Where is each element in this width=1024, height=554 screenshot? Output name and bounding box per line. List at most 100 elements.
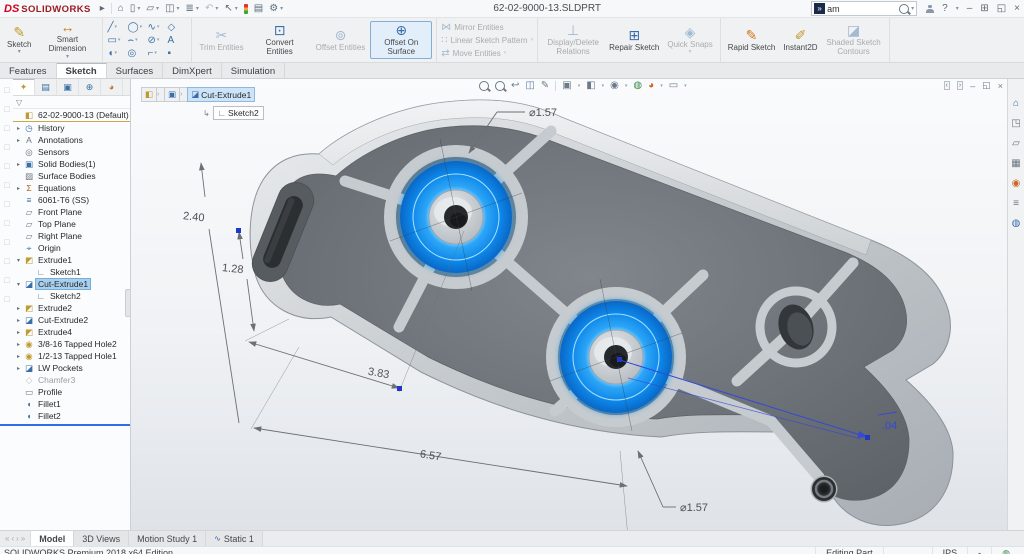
dimension-dia-bottom[interactable]: ⌀1.57 bbox=[680, 502, 708, 514]
sketch-button[interactable]: ✎ Sketch ▾ bbox=[4, 23, 34, 58]
quick-snaps-button[interactable]: ◈Quick Snaps ▾ bbox=[664, 23, 715, 58]
previous-view-icon[interactable]: ↩ bbox=[511, 80, 519, 91]
breadcrumb-body-chip[interactable]: ▣ bbox=[164, 87, 180, 102]
breadcrumb-sketch-chip[interactable]: ∟ Sketch2 bbox=[213, 106, 264, 120]
propertymanager-tab-icon[interactable]: ▤ bbox=[35, 79, 57, 95]
offset-on-surface-button[interactable]: ⊕Offset On Surface bbox=[370, 21, 432, 58]
tree-item-equations[interactable]: ▸ΣEquations bbox=[13, 182, 130, 194]
featuremanager-tab-icon[interactable]: ✦ bbox=[13, 79, 35, 95]
instant2d-button[interactable]: ✐Instant2D bbox=[780, 26, 820, 55]
breadcrumb-part-chip[interactable]: ◧ bbox=[141, 87, 157, 102]
tree-item-sketch2[interactable]: ∟Sketch2 bbox=[13, 290, 130, 302]
mirror-entities-button[interactable]: ⋈Mirror Entities bbox=[441, 22, 533, 33]
tree-item-extrude1[interactable]: ▾◩Extrude1 bbox=[13, 254, 130, 266]
search-caret-icon[interactable]: ▾ bbox=[911, 5, 914, 12]
next-document-icon[interactable]: › bbox=[957, 81, 963, 90]
tree-item-sensors[interactable]: ◎Sensors bbox=[13, 146, 130, 158]
select-caret-icon[interactable]: ▾ bbox=[235, 5, 238, 12]
tree-item-tapped-hole2[interactable]: ▸◉3/8-16 Tapped Hole2 bbox=[13, 338, 130, 350]
undo-caret-icon[interactable]: ▾ bbox=[215, 5, 218, 12]
view-palette-tab-icon[interactable]: ▦ bbox=[1011, 158, 1020, 170]
tab-surfaces[interactable]: Surfaces bbox=[107, 63, 164, 78]
tree-item-extrude2[interactable]: ▸◩Extrude2 bbox=[13, 302, 130, 314]
search-scope-icon[interactable]: » bbox=[814, 3, 825, 14]
display-delete-relations-button[interactable]: ⊥Display/Delete Relations bbox=[542, 21, 604, 58]
tree-item-profile[interactable]: ▭Profile bbox=[13, 386, 130, 398]
tab-motion-study[interactable]: Motion Study 1 bbox=[129, 531, 206, 546]
tree-item-surface-bodies[interactable]: ▨Surface Bodies bbox=[13, 170, 130, 182]
tree-item-cut-extrude2[interactable]: ▸◪Cut-Extrude2 bbox=[13, 314, 130, 326]
tree-item-tapped-hole1[interactable]: ▸◉1/2-13 Tapped Hole1 bbox=[13, 350, 130, 362]
close-button[interactable]: × bbox=[1014, 3, 1020, 14]
save-caret-icon[interactable]: ▾ bbox=[177, 5, 180, 12]
tree-item-top-plane[interactable]: ▱Top Plane bbox=[13, 218, 130, 230]
file-properties-icon[interactable]: ▤ bbox=[254, 3, 263, 14]
move-entities-button[interactable]: ⇄Move Entities▾ bbox=[441, 48, 533, 59]
help-caret-icon[interactable]: ▾ bbox=[956, 5, 959, 12]
displaymanager-tab-icon[interactable]: ◕ bbox=[101, 79, 123, 95]
flyout-icon[interactable]: ▸ bbox=[100, 3, 105, 14]
section-view-icon[interactable]: ◫ bbox=[525, 80, 534, 91]
home-tab-icon[interactable]: ⌂ bbox=[1013, 98, 1019, 110]
tab-static-1[interactable]: ∿Static 1 bbox=[206, 531, 263, 546]
print-icon[interactable]: ≣ bbox=[186, 3, 194, 14]
centerpoint-tool-button[interactable]: ◎ bbox=[127, 48, 147, 59]
slot-tool-button[interactable]: ◖▾ bbox=[107, 48, 127, 59]
rollback-bar[interactable] bbox=[0, 424, 130, 426]
display-style-icon[interactable]: ◧ bbox=[586, 80, 595, 91]
point-tool-button[interactable]: ▪ bbox=[167, 48, 187, 59]
tab-model[interactable]: Model bbox=[31, 531, 74, 546]
convert-entities-button[interactable]: ⊡Convert Entities bbox=[249, 21, 311, 58]
fillet-tool-button[interactable]: ⌐▾ bbox=[147, 48, 167, 59]
tree-filter[interactable]: ▽ bbox=[13, 96, 130, 109]
scroll-first-icon[interactable]: « bbox=[5, 534, 9, 543]
new-caret-icon[interactable]: ▾ bbox=[137, 5, 140, 12]
doc-close-button[interactable]: × bbox=[998, 81, 1003, 91]
shaded-sketch-contours-button[interactable]: ◪Shaded Sketch Contours bbox=[823, 21, 885, 58]
prev-document-icon[interactable]: ‹ bbox=[944, 81, 950, 90]
quick-tips-icon[interactable]: ◍ bbox=[991, 547, 1020, 554]
tree-item-lw-pockets[interactable]: ▸◪LW Pockets bbox=[13, 362, 130, 374]
save-icon[interactable]: ◫ bbox=[165, 3, 174, 14]
scroll-prev-icon[interactable]: ‹ bbox=[11, 534, 14, 543]
trim-entities-button[interactable]: ✂Trim Entities bbox=[196, 26, 246, 55]
undo-icon[interactable]: ↶ bbox=[205, 3, 213, 14]
select-icon[interactable]: ↖ bbox=[224, 3, 232, 14]
tree-item-right-plane[interactable]: ▱Right Plane bbox=[13, 230, 130, 242]
options-caret-icon[interactable]: ▾ bbox=[280, 5, 283, 12]
tree-item-fillet1[interactable]: ◖Fillet1 bbox=[13, 398, 130, 410]
dimension-1-28[interactable]: 1.28 bbox=[221, 262, 244, 276]
dimxpertmanager-tab-icon[interactable]: ⊕ bbox=[79, 79, 101, 95]
maximize-button[interactable]: ⊞ bbox=[980, 3, 988, 14]
configurationmanager-tab-icon[interactable]: ▣ bbox=[57, 79, 79, 95]
dimension-6-57[interactable]: 6.57 bbox=[419, 448, 442, 463]
doc-minimize-button[interactable]: – bbox=[970, 81, 975, 91]
tree-item-origin[interactable]: ⌖Origin bbox=[13, 242, 130, 254]
open-icon[interactable]: ▱ bbox=[146, 3, 154, 14]
units-selector[interactable]: IPS bbox=[932, 547, 968, 554]
apply-scene-icon[interactable]: ◕ bbox=[648, 80, 654, 91]
smart-dimension-button[interactable]: ↔ Smart Dimension ▾ bbox=[36, 18, 98, 61]
annotation-views-icon[interactable]: ✎ bbox=[541, 80, 549, 91]
zoom-to-area-icon[interactable] bbox=[495, 81, 505, 91]
forum-tab-icon[interactable]: ◍ bbox=[1012, 218, 1021, 230]
tree-item-fillet2[interactable]: ◖Fillet2 bbox=[13, 410, 130, 422]
offset-entities-button[interactable]: ⊚Offset Entities bbox=[313, 26, 369, 55]
restore-button[interactable]: ◱ bbox=[997, 3, 1006, 14]
edit-appearance-icon[interactable]: ◍ bbox=[633, 80, 642, 91]
tree-item-chamfer3[interactable]: ◇Chamfer3 bbox=[13, 374, 130, 386]
arc-tool-button[interactable]: ⌢▾ bbox=[127, 35, 147, 46]
hide-show-items-icon[interactable]: ◉ bbox=[610, 80, 619, 91]
scroll-last-icon[interactable]: » bbox=[21, 534, 25, 543]
tree-item-front-plane[interactable]: ▱Front Plane bbox=[13, 206, 130, 218]
scroll-next-icon[interactable]: › bbox=[16, 534, 19, 543]
linear-sketch-pattern-button[interactable]: ∷Linear Sketch Pattern▾ bbox=[441, 35, 533, 46]
tree-item-material[interactable]: ≡6061-T6 (SS) bbox=[13, 194, 130, 206]
appearances-tab-icon[interactable]: ◉ bbox=[1012, 178, 1021, 190]
home-icon[interactable]: ⌂ bbox=[118, 3, 124, 14]
polygon-tool-button[interactable]: ◇ bbox=[167, 22, 187, 33]
tree-item-solid-bodies[interactable]: ▸▣Solid Bodies(1) bbox=[13, 158, 130, 170]
print-caret-icon[interactable]: ▾ bbox=[196, 5, 199, 12]
view-orientation-icon[interactable]: ▣ bbox=[562, 80, 571, 91]
tree-item-history[interactable]: ▸◷History bbox=[13, 122, 130, 134]
